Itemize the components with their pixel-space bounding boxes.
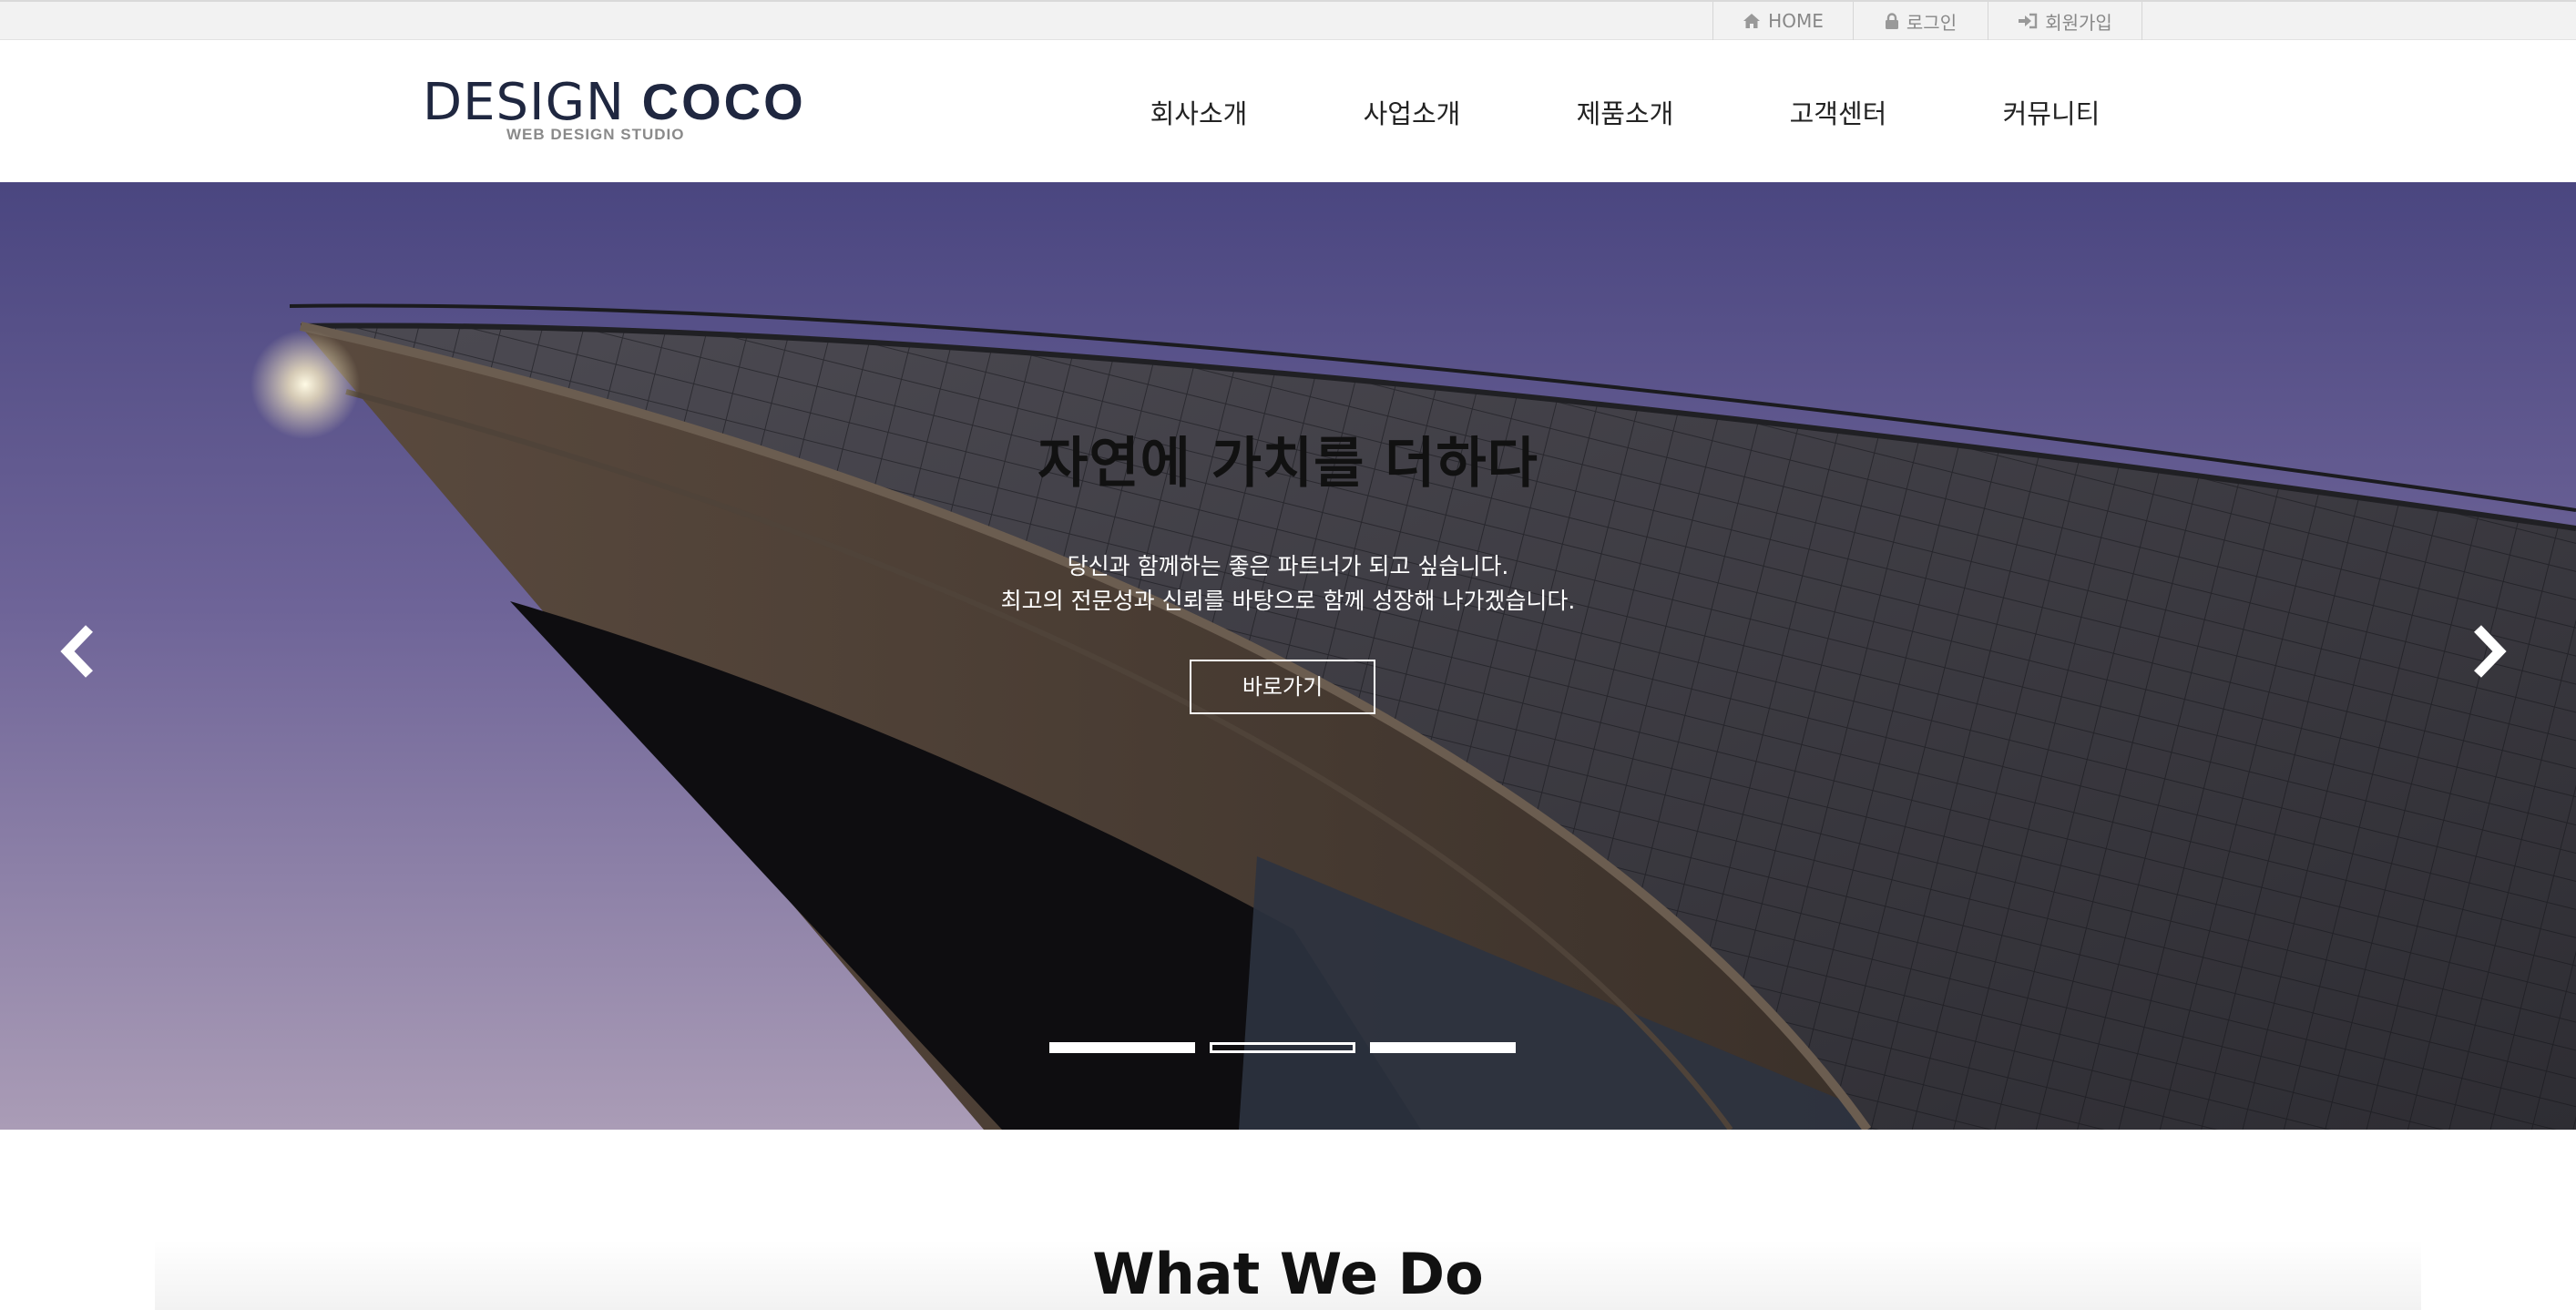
login-link-label: 로그인 [1906,11,1958,34]
nav-item-support[interactable]: 고객센터 [1765,93,1911,131]
hero-subtitle-line-2: 최고의 전문성과 신뢰를 바탕으로 함께 성장해 나가겠습니다. [1000,588,1576,614]
hero-cta-button[interactable]: 바로가기 [1190,660,1375,714]
sign-in-icon [2018,13,2038,29]
slider-prev-button[interactable] [53,619,107,683]
lock-icon [1885,12,1899,30]
home-link-label: HOME [1768,10,1824,32]
logo-tagline: WEB DESIGN STUDIO [506,126,685,143]
nav-item-products[interactable]: 제품소개 [1552,93,1698,131]
slider-dot-3[interactable] [1370,1042,1516,1053]
site-logo[interactable]: DESIGN COCO WEB DESIGN STUDIO [423,73,803,146]
hero-background-image [0,182,2576,1130]
home-icon [1743,13,1761,29]
login-link[interactable]: 로그인 [1853,2,1988,40]
logo-wordmark: DESIGN COCO [423,73,806,132]
top-utility-bar: HOME 로그인 회원가입 [0,0,2576,40]
chevron-left-icon [60,625,93,678]
home-link[interactable]: HOME [1712,2,1853,40]
slider-dot-1[interactable] [1049,1042,1195,1053]
logo-word-coco: COCO [641,73,806,130]
slider-dot-2[interactable] [1210,1042,1355,1053]
hero-subtitle-line-1: 당신과 함께하는 좋은 파트너가 되고 싶습니다. [1067,553,1509,579]
slider-next-button[interactable] [2459,619,2514,683]
hero-title: 자연에 가치를 더하다 [1038,432,1538,496]
site-header: DESIGN COCO WEB DESIGN STUDIO 회사소개 사업소개 … [0,40,2576,182]
nav-item-community[interactable]: 커뮤니티 [1978,93,2124,131]
nav-item-company[interactable]: 회사소개 [1126,93,1272,131]
logo-word-design: DESIGN [423,73,625,132]
signup-link-label: 회원가입 [2045,11,2112,34]
signup-link[interactable]: 회원가입 [1988,2,2142,40]
section-title: What We Do [1092,1241,1484,1307]
chevron-right-icon [2474,625,2507,678]
hero-slider: 자연에 가치를 더하다 당신과 함께하는 좋은 파트너가 되고 싶습니다. 최고… [0,182,2576,1130]
nav-item-business[interactable]: 사업소개 [1339,93,1485,131]
